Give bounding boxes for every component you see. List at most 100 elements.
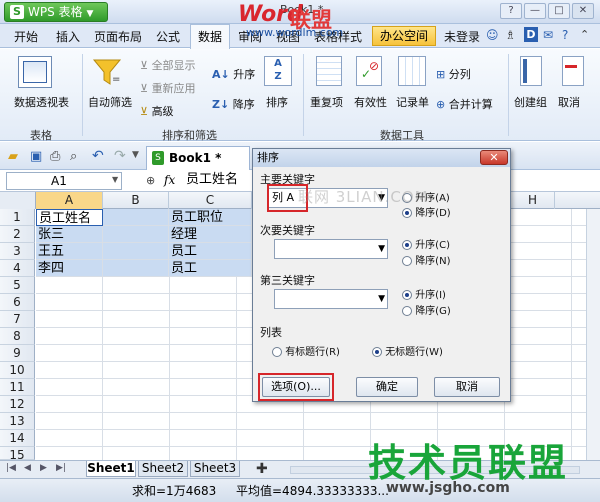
cancel-button[interactable]: 取消 bbox=[434, 377, 500, 397]
shirt-icon[interactable]: ♗ bbox=[505, 28, 516, 42]
row-header[interactable]: 5 bbox=[0, 277, 35, 294]
radio-desc-3[interactable]: 降序(G) bbox=[402, 302, 451, 317]
secondary-key-combo[interactable]: ▼ bbox=[274, 239, 388, 259]
feedback-icon[interactable]: ✉ bbox=[543, 28, 553, 42]
redo-icon[interactable]: ↷ bbox=[114, 148, 126, 164]
row-header[interactable]: 11 bbox=[0, 379, 35, 396]
dialog-close-button[interactable]: ✕ bbox=[480, 150, 508, 165]
chevron-up-icon[interactable]: ⌃ bbox=[580, 28, 589, 41]
sheet-tab-3[interactable]: Sheet3 bbox=[190, 461, 240, 477]
row-header[interactable]: 14 bbox=[0, 430, 35, 447]
cell-c3[interactable]: 员工 bbox=[169, 243, 252, 260]
column-header-a[interactable]: A bbox=[36, 192, 103, 209]
row-header[interactable]: 7 bbox=[0, 311, 35, 328]
radio-asc-3[interactable]: 升序(I) bbox=[402, 286, 446, 301]
cell-a2[interactable]: 张三 bbox=[36, 226, 103, 243]
create-group-button[interactable]: 创建组 bbox=[514, 94, 547, 110]
sheet-tab-1[interactable]: Sheet1 bbox=[86, 461, 136, 477]
tab-office-space[interactable]: 办公空间 bbox=[372, 26, 436, 46]
row-header[interactable]: 8 bbox=[0, 328, 35, 345]
row-header[interactable]: 1 bbox=[0, 209, 35, 226]
sort-button[interactable]: 排序 bbox=[266, 94, 288, 110]
sort-ascending-button[interactable]: A↓ 升序 bbox=[212, 66, 255, 82]
column-header-h[interactable]: H bbox=[511, 192, 555, 209]
row-header[interactable]: 12 bbox=[0, 396, 35, 413]
sheet-tab-2[interactable]: Sheet2 bbox=[138, 461, 188, 477]
ok-button[interactable]: 确定 bbox=[356, 377, 418, 397]
advanced-filter-button[interactable]: ⊻ 高级 bbox=[140, 103, 174, 119]
show-all-button[interactable]: ⊻ 全部显示 bbox=[140, 57, 196, 73]
qa-dropdown-icon[interactable]: ▼ bbox=[132, 150, 139, 160]
radio-has-header[interactable]: 有标题行(R) bbox=[272, 343, 340, 358]
row-header[interactable]: 13 bbox=[0, 413, 35, 430]
sort-descending-button[interactable]: Z↓ 降序 bbox=[212, 96, 255, 112]
split-column-button[interactable]: ⊞ 分列 bbox=[436, 66, 471, 82]
row-header[interactable]: 2 bbox=[0, 226, 35, 243]
reapply-button[interactable]: ⊻ 重新应用 bbox=[140, 80, 196, 96]
tab-page-layout[interactable]: 页面布局 bbox=[94, 28, 142, 45]
maximize-button[interactable]: □ bbox=[548, 3, 570, 19]
cell-c2[interactable]: 经理 bbox=[169, 226, 252, 243]
zoom-formula-icon[interactable]: ⊕ bbox=[146, 174, 155, 187]
duplicates-button[interactable]: 重复项 bbox=[310, 94, 343, 110]
cell-a4[interactable]: 李四 bbox=[36, 260, 103, 277]
open-folder-icon[interactable]: ▰ bbox=[8, 149, 18, 164]
login-link[interactable]: 未登录 bbox=[444, 28, 480, 45]
fx-icon[interactable]: fx bbox=[164, 173, 175, 187]
tab-insert[interactable]: 插入 bbox=[56, 28, 80, 45]
record-form-button[interactable]: 记录单 bbox=[396, 94, 429, 110]
select-all-corner[interactable] bbox=[0, 192, 36, 209]
tab-formulas[interactable]: 公式 bbox=[156, 28, 180, 45]
row-header[interactable]: 10 bbox=[0, 362, 35, 379]
ribbon-divider bbox=[82, 54, 83, 136]
formula-content[interactable]: 员工姓名 bbox=[186, 172, 238, 188]
undo-icon[interactable]: ↶ bbox=[92, 148, 104, 164]
first-sheet-icon[interactable]: |◀ bbox=[6, 463, 16, 473]
help-button[interactable]: ? bbox=[500, 3, 522, 19]
cell-c4[interactable]: 员工 bbox=[169, 260, 252, 277]
next-sheet-icon[interactable]: ▶ bbox=[40, 463, 47, 473]
ungroup-button[interactable]: 取消 bbox=[558, 94, 580, 110]
minimize-button[interactable]: — bbox=[524, 3, 546, 19]
save-icon[interactable]: ▣ bbox=[30, 149, 42, 164]
radio-asc-2[interactable]: 升序(C) bbox=[402, 236, 450, 251]
autofilter-button[interactable]: 自动筛选 bbox=[88, 94, 132, 110]
cell-b2[interactable] bbox=[103, 226, 169, 243]
wps-app-button[interactable]: S WPS 表格 ▼ bbox=[4, 2, 108, 22]
validity-button[interactable]: 有效性 bbox=[354, 94, 387, 110]
close-window-button[interactable]: ✕ bbox=[572, 3, 594, 19]
column-header-i[interactable] bbox=[555, 192, 600, 209]
row-header[interactable]: 6 bbox=[0, 294, 35, 311]
help-icon[interactable]: ? bbox=[562, 28, 568, 42]
print-icon[interactable]: ⎙ bbox=[50, 149, 60, 164]
cell-b1[interactable] bbox=[103, 209, 169, 226]
prev-sheet-icon[interactable]: ◀ bbox=[24, 463, 31, 473]
cell-a3[interactable]: 王五 bbox=[36, 243, 103, 260]
row-header[interactable]: 4 bbox=[0, 260, 35, 277]
skin-icon[interactable]: ☺ bbox=[486, 28, 499, 42]
print-preview-icon[interactable]: ⌕ bbox=[70, 149, 77, 164]
cell-a1[interactable]: 员工姓名 bbox=[36, 209, 103, 226]
row-header[interactable]: 3 bbox=[0, 243, 35, 260]
last-sheet-icon[interactable]: ▶| bbox=[56, 463, 66, 473]
radio-desc-2[interactable]: 降序(N) bbox=[402, 252, 450, 267]
pivot-table-button[interactable]: 数据透视表 bbox=[14, 94, 69, 110]
row-header[interactable]: 9 bbox=[0, 345, 35, 362]
namebox-dropdown-icon[interactable]: ▼ bbox=[112, 175, 118, 184]
third-key-combo[interactable]: ▼ bbox=[274, 289, 388, 309]
cell-b3[interactable] bbox=[103, 243, 169, 260]
add-sheet-icon[interactable]: ✚ bbox=[256, 461, 268, 477]
consolidate-button[interactable]: ⊕ 合并计算 bbox=[436, 96, 493, 112]
row-header[interactable]: 15 bbox=[0, 447, 35, 462]
d-icon[interactable]: D bbox=[524, 27, 538, 42]
cell-c1[interactable]: 员工职位 bbox=[169, 209, 252, 226]
name-box[interactable]: A1 bbox=[6, 172, 122, 190]
vertical-scrollbar[interactable] bbox=[586, 209, 600, 460]
record-form-icon bbox=[398, 56, 426, 86]
column-header-c[interactable]: C bbox=[169, 192, 252, 209]
column-header-b[interactable]: B bbox=[103, 192, 169, 209]
radio-no-header[interactable]: 无标题行(W) bbox=[372, 343, 443, 358]
tab-data[interactable]: 数据 bbox=[190, 24, 230, 49]
tab-home[interactable]: 开始 bbox=[14, 28, 38, 45]
cell-b4[interactable] bbox=[103, 260, 169, 277]
